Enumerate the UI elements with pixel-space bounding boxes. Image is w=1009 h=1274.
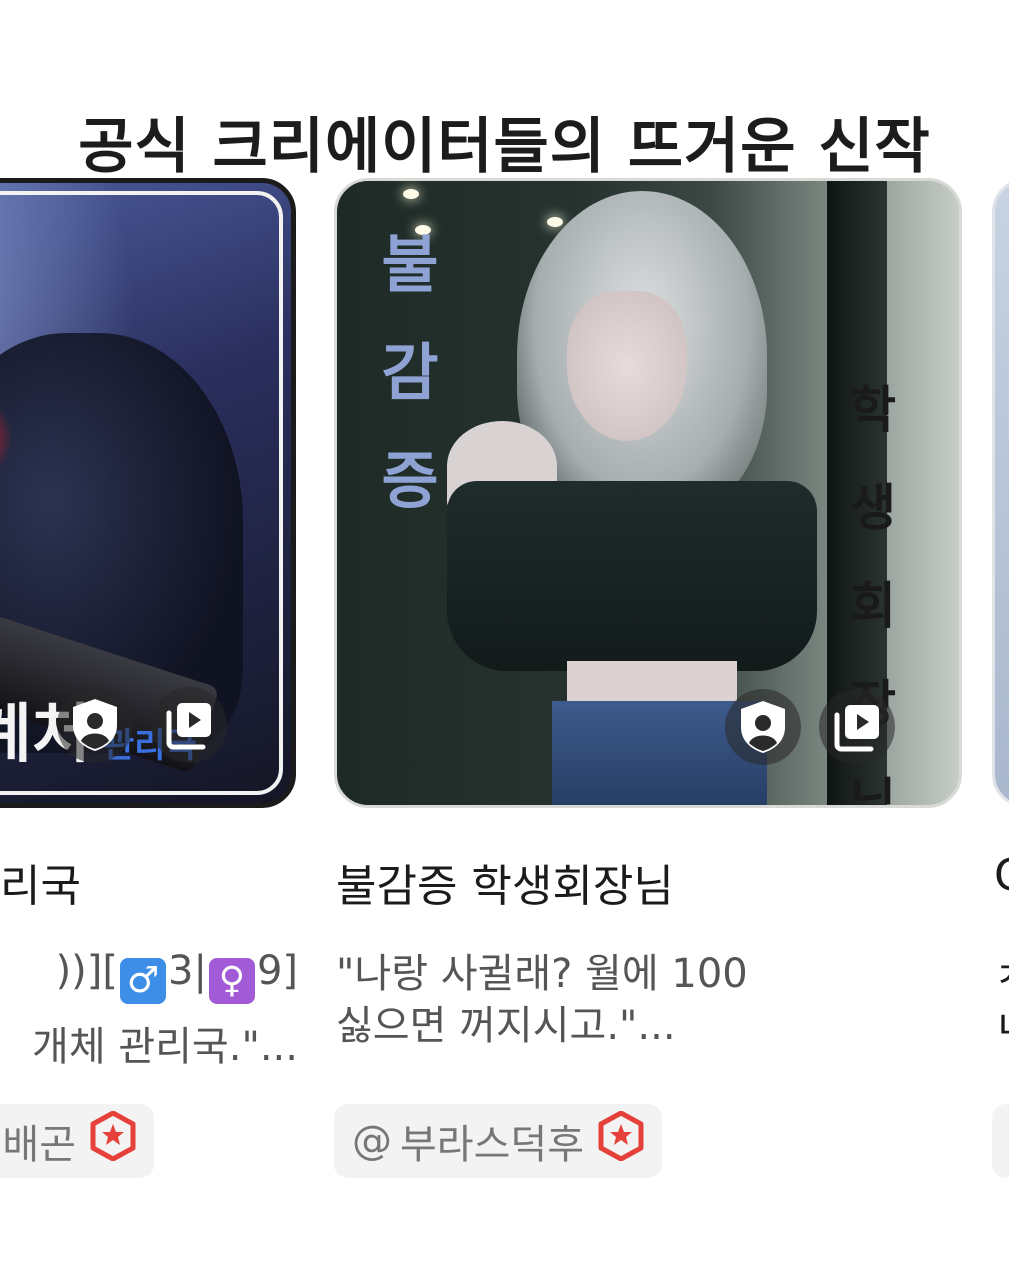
work-card[interactable]: C ㅊ ㄴ — [992, 178, 1009, 1178]
image-stack-icon — [151, 687, 227, 763]
work-thumbnail[interactable]: 불감증 학생회장님 — [334, 178, 962, 808]
profile-shield-icon — [725, 689, 801, 765]
creator-chip[interactable] — [992, 1104, 1009, 1178]
male-sign-icon: ♂ — [120, 958, 166, 1004]
at-sign: @ — [352, 1118, 392, 1164]
official-star-badge-icon — [90, 1110, 136, 1171]
creator-name: 부라스덕후 — [400, 1122, 584, 1168]
profile-shield-icon — [57, 687, 133, 763]
work-description: ㅊ ㄴ — [994, 948, 1009, 1052]
work-card[interactable]: 불감증 학생회장님 불감증 학생회장님 "나랑 사귈래? 월에 100 싫으면 … — [334, 178, 964, 1178]
work-thumbnail[interactable]: 계처 관리국 — [0, 178, 296, 808]
work-card[interactable]: 계처 관리국 리국 ))][♂3|♀9] 개체 관리국."... — [0, 178, 298, 1178]
new-works-carousel[interactable]: 계처 관리국 리국 ))][♂3|♀9] 개체 관리국."... — [0, 178, 1009, 1198]
official-star-badge-icon — [598, 1110, 644, 1171]
cover-art-text: 불감증 — [381, 228, 439, 517]
creator-name: 배곤 — [2, 1122, 76, 1168]
work-description: "나랑 사귈래? 월에 100 싫으면 꺼지시고."... — [336, 951, 748, 1049]
work-thumbnail[interactable] — [992, 178, 1009, 808]
work-title: C — [994, 850, 1009, 901]
work-title: 불감증 학생회장님 — [336, 861, 674, 912]
image-stack-icon — [819, 689, 895, 765]
section-title: 공식 크리에이터들의 뜨거운 신작 — [78, 112, 931, 183]
creator-chip[interactable]: @ 부라스덕후 — [334, 1104, 662, 1178]
work-title: 리국 — [0, 861, 81, 912]
creator-chip[interactable]: 배곤 — [0, 1104, 154, 1178]
female-sign-icon: ♀ — [208, 958, 255, 1004]
